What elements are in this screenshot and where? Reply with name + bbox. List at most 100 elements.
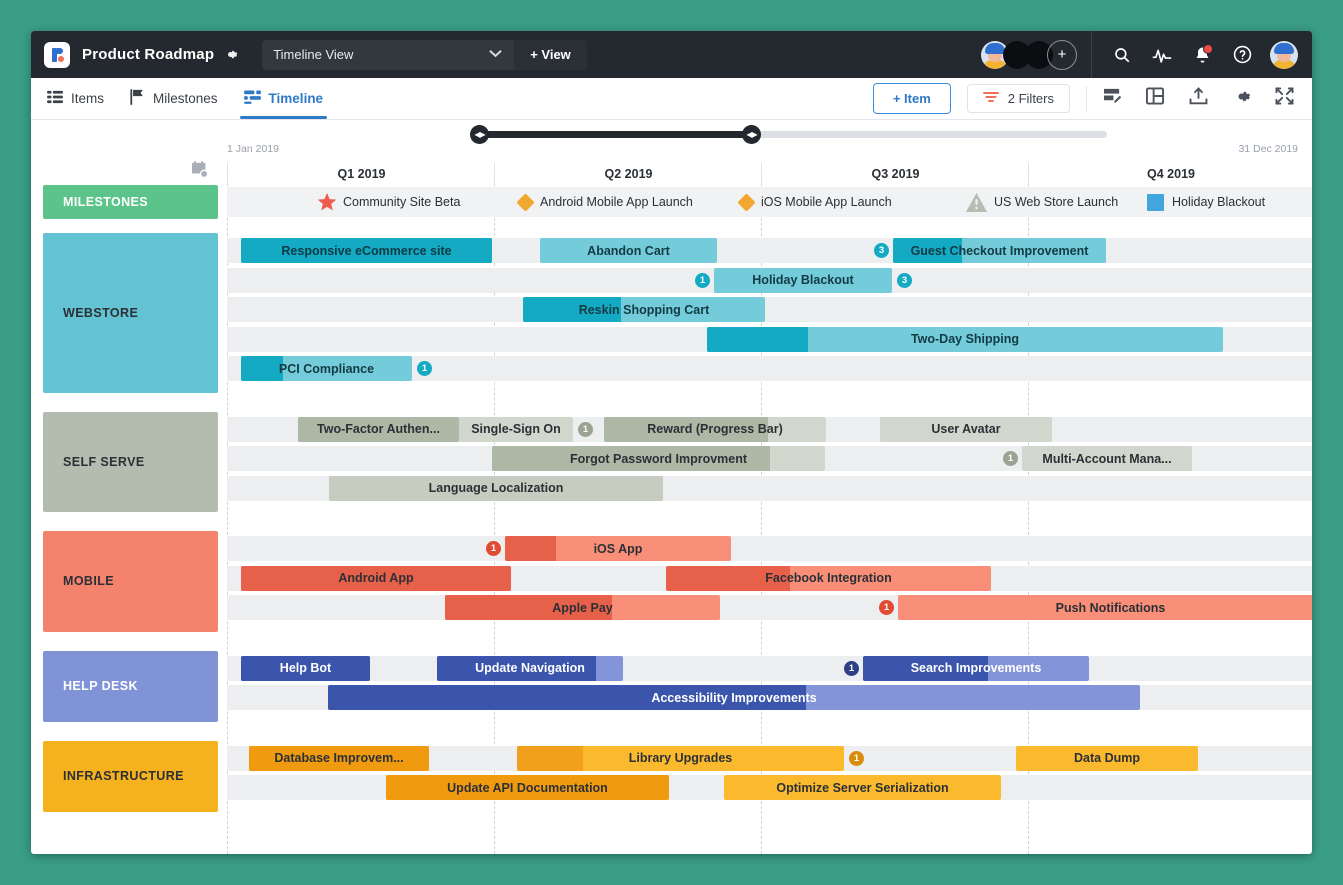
- tab-label: Milestones: [153, 91, 218, 106]
- timeline-bar[interactable]: Guest Checkout Improvement: [893, 238, 1106, 263]
- timeline-bar[interactable]: Push Notifications: [898, 595, 1312, 620]
- swimlane-label[interactable]: INFRASTRUCTURE: [43, 741, 218, 812]
- timeline-bar[interactable]: PCI Compliance: [241, 356, 412, 381]
- timeline-bar[interactable]: Holiday Blackout: [714, 268, 892, 293]
- milestone-item[interactable]: Android Mobile App Launch: [519, 187, 693, 217]
- dependency-badge[interactable]: 1: [879, 600, 894, 615]
- swimlane-label[interactable]: HELP DESK: [43, 651, 218, 722]
- view-selector[interactable]: Timeline View: [262, 40, 514, 70]
- milestone-label: iOS Mobile App Launch: [761, 195, 892, 209]
- swimlane-label[interactable]: SELF SERVE: [43, 412, 218, 513]
- dependency-badge[interactable]: 1: [849, 751, 864, 766]
- timeline-bar[interactable]: Single-Sign On: [459, 417, 573, 442]
- timeline-bar[interactable]: Responsive eCommerce site: [241, 238, 492, 263]
- slider-handle-right[interactable]: ◀▶: [742, 125, 761, 144]
- add-view-button[interactable]: + View: [514, 40, 587, 70]
- swimlane-label[interactable]: WEBSTORE: [43, 233, 218, 393]
- bar-label: Optimize Server Serialization: [776, 781, 948, 795]
- project-settings-gear-icon[interactable]: [223, 47, 238, 62]
- bar-label: Holiday Blackout: [752, 273, 853, 287]
- add-item-button[interactable]: + Item: [873, 83, 951, 114]
- timeline-row: [227, 297, 1312, 322]
- filters-button[interactable]: 2 Filters: [967, 84, 1070, 113]
- timeline-bar[interactable]: Library Upgrades: [517, 746, 844, 771]
- timeline-bar[interactable]: Language Localization: [329, 476, 663, 501]
- chevron-down-icon: [489, 49, 502, 61]
- dependency-badge[interactable]: 3: [874, 243, 889, 258]
- swimlane-label[interactable]: MOBILE: [43, 531, 218, 632]
- slider-handle-left[interactable]: ◀▶: [470, 125, 489, 144]
- bar-progress-fill: [517, 746, 583, 771]
- title-bar: Product Roadmap Timeline View + View +: [31, 31, 1312, 78]
- add-member-button[interactable]: +: [1047, 40, 1077, 70]
- bar-label: Guest Checkout Improvement: [911, 244, 1089, 258]
- user-avatar[interactable]: [1270, 41, 1298, 69]
- dependency-badge[interactable]: 1: [1003, 451, 1018, 466]
- timeline-bar[interactable]: Reskin Shopping Cart: [523, 297, 765, 322]
- tab-milestones[interactable]: Milestones: [130, 78, 218, 119]
- dependency-badge[interactable]: 1: [486, 541, 501, 556]
- dependency-badge[interactable]: 1: [844, 661, 859, 676]
- timeline-bar[interactable]: Android App: [241, 566, 511, 591]
- timeline-bar[interactable]: Optimize Server Serialization: [724, 775, 1001, 800]
- timeline-bar[interactable]: Facebook Integration: [666, 566, 991, 591]
- timeline-bar[interactable]: Database Improvem...: [249, 746, 429, 771]
- tab-timeline[interactable]: Timeline: [244, 78, 324, 119]
- bar-label: PCI Compliance: [279, 362, 374, 376]
- layout-icon[interactable]: [1146, 87, 1165, 110]
- timeline-bar[interactable]: Accessibility Improvements: [328, 685, 1140, 710]
- title-bar-actions: [1092, 45, 1270, 65]
- dependency-badge[interactable]: 3: [897, 273, 912, 288]
- toolbar-right: + Item 2 Filters: [873, 78, 1312, 119]
- timeline-bar[interactable]: Multi-Account Mana...: [1022, 446, 1192, 471]
- timeline-bar[interactable]: Abandon Cart: [540, 238, 717, 263]
- warning-icon: [966, 193, 986, 211]
- swimlane-infrastructure: INFRASTRUCTURE Database Improvem... Librar…: [31, 737, 1312, 816]
- dependency-badge[interactable]: 1: [695, 273, 710, 288]
- star-icon: [317, 193, 335, 211]
- milestone-label: Android Mobile App Launch: [540, 195, 693, 209]
- slider-selected-range: [479, 131, 751, 138]
- avatar-group[interactable]: +: [981, 40, 1091, 70]
- dependency-badge[interactable]: 1: [417, 361, 432, 376]
- divider: [1086, 86, 1087, 112]
- timeline-bar[interactable]: Forgot Password Improvment: [492, 446, 825, 471]
- slider-track[interactable]: ◀▶ ◀▶: [479, 131, 1107, 138]
- timeline-bar[interactable]: Two-Factor Authen...: [298, 417, 459, 442]
- bar-label: Forgot Password Improvment: [570, 452, 747, 466]
- timeline-bar[interactable]: iOS App: [505, 536, 731, 561]
- search-icon[interactable]: [1112, 45, 1132, 65]
- timeline-bar[interactable]: Data Dump: [1016, 746, 1198, 771]
- toolbar-icons: [1103, 87, 1312, 111]
- timeline-bar[interactable]: Search Improvements: [863, 656, 1089, 681]
- timeline-bar[interactable]: Update Navigation: [437, 656, 623, 681]
- milestone-item[interactable]: Holiday Blackout: [1147, 187, 1265, 217]
- bar-label: Database Improvem...: [274, 751, 403, 765]
- swimlane-label[interactable]: MILESTONES: [43, 185, 218, 219]
- app-title: Product Roadmap: [82, 46, 214, 63]
- filter-icon: [983, 91, 999, 106]
- bar-label: Facebook Integration: [765, 571, 891, 585]
- card-edit-icon[interactable]: [1103, 87, 1122, 110]
- milestone-item[interactable]: US Web Store Launch: [966, 187, 1118, 217]
- activity-icon[interactable]: [1152, 45, 1172, 65]
- milestone-item[interactable]: Community Site Beta: [317, 187, 460, 217]
- square-icon: [1147, 194, 1164, 211]
- milestone-item[interactable]: iOS Mobile App Launch: [740, 187, 892, 217]
- bar-label: iOS App: [594, 542, 643, 556]
- timeline-bar[interactable]: Help Bot: [241, 656, 370, 681]
- timeline-bar[interactable]: User Avatar: [880, 417, 1052, 442]
- help-icon[interactable]: [1232, 45, 1252, 65]
- timeline-bar[interactable]: Two-Day Shipping: [707, 327, 1223, 352]
- gear-icon[interactable]: [1232, 87, 1251, 111]
- timeline-bar[interactable]: Reward (Progress Bar): [604, 417, 826, 442]
- export-icon[interactable]: [1189, 87, 1208, 110]
- tab-items[interactable]: Items: [47, 78, 104, 119]
- expand-icon[interactable]: [1275, 87, 1294, 110]
- bar-label: Responsive eCommerce site: [281, 244, 451, 258]
- timeline-bar[interactable]: Apple Pay: [445, 595, 720, 620]
- bar-label: Data Dump: [1074, 751, 1140, 765]
- dependency-badge[interactable]: 1: [578, 422, 593, 437]
- timeline-bar[interactable]: Update API Documentation: [386, 775, 669, 800]
- bell-icon[interactable]: [1192, 45, 1212, 65]
